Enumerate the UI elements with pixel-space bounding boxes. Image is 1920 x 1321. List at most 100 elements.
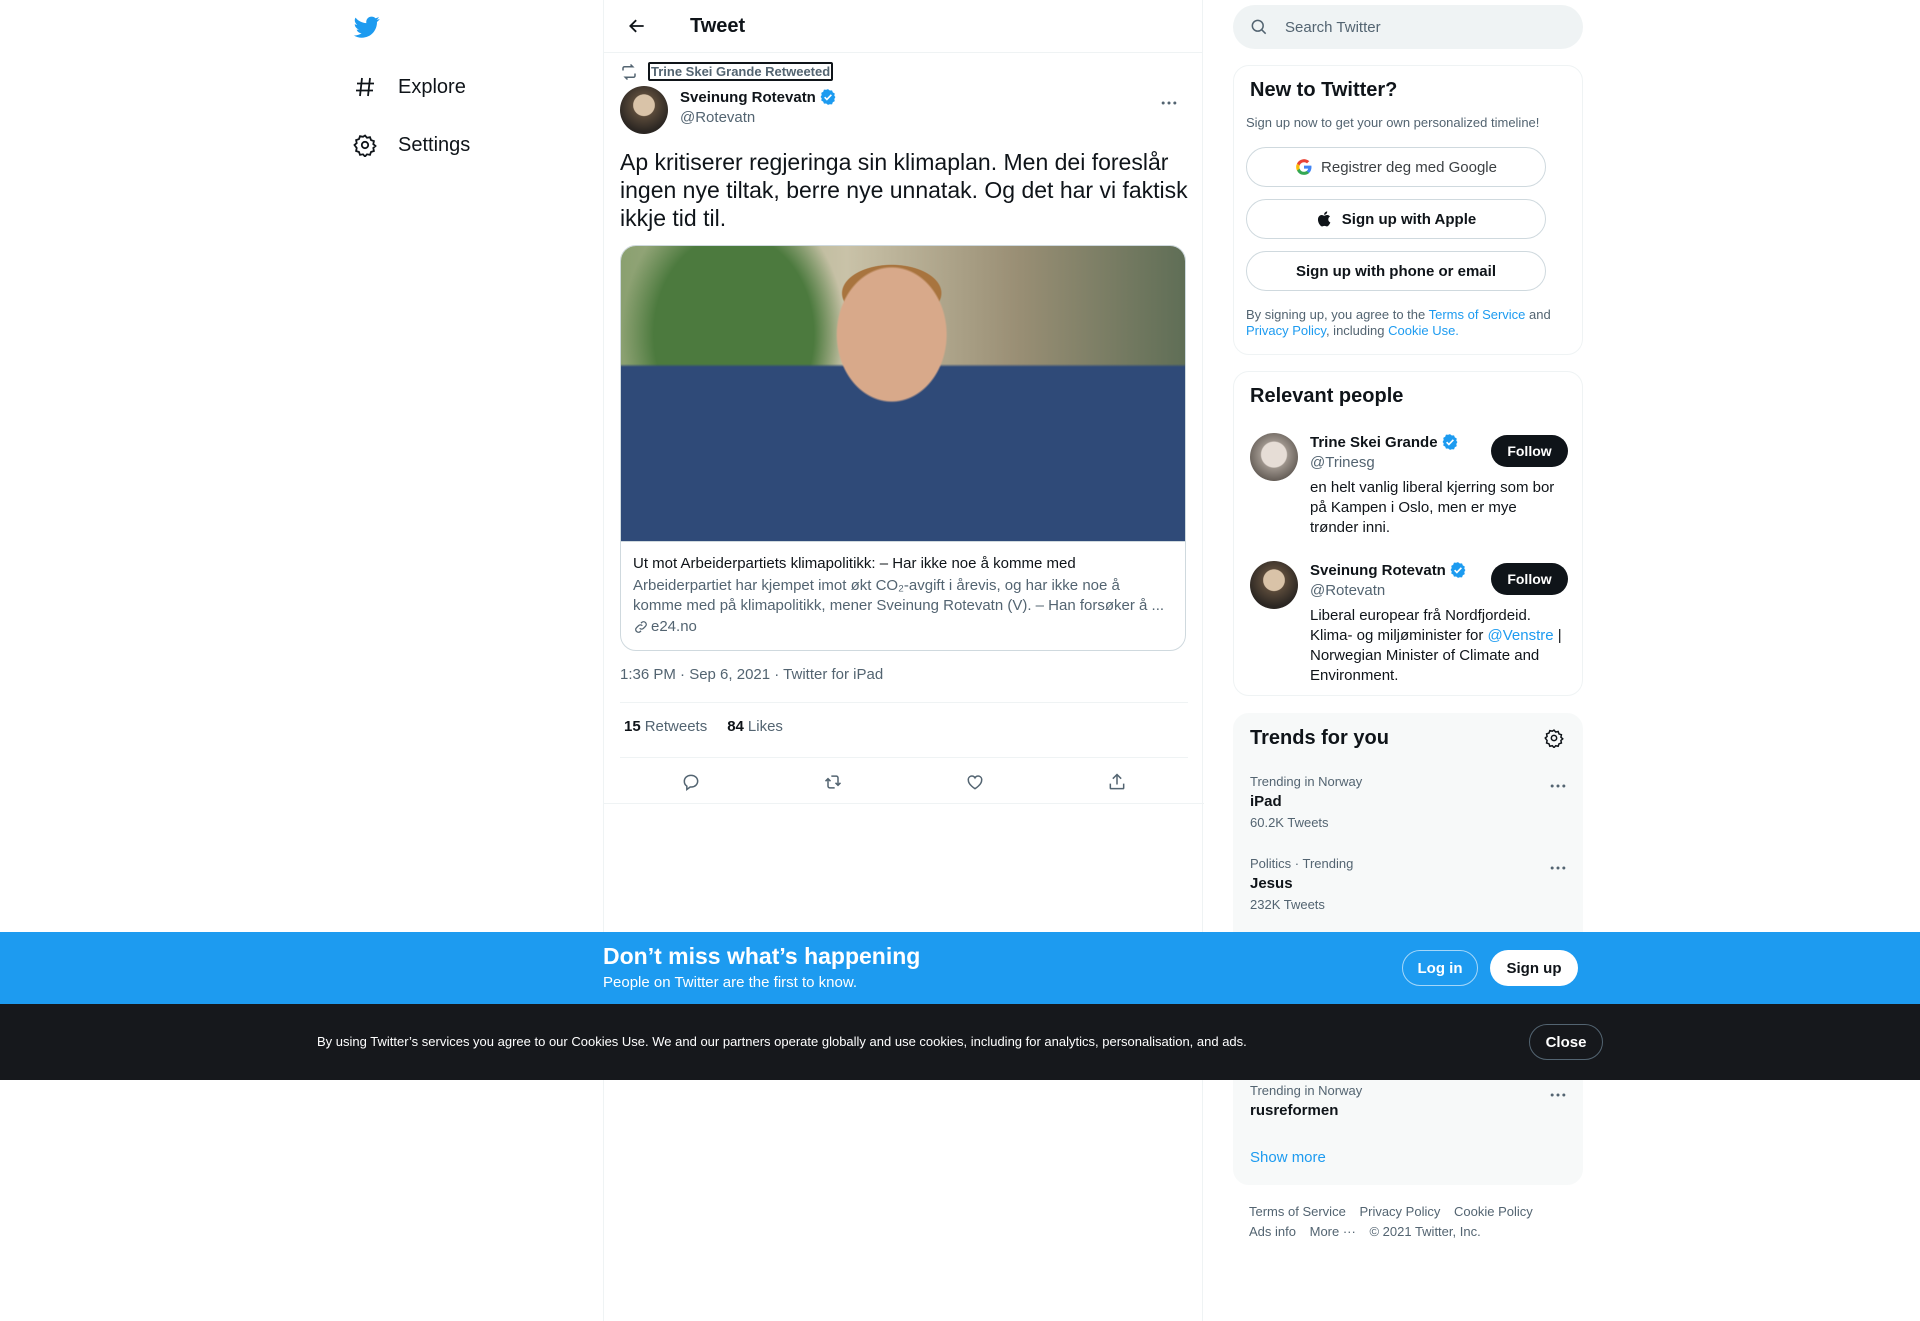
more-options-icon[interactable] xyxy=(1548,776,1568,796)
footer-privacy-link[interactable]: Privacy Policy xyxy=(1359,1204,1440,1219)
trend-name: iPad xyxy=(1250,793,1282,810)
like-icon[interactable] xyxy=(958,765,992,799)
trend-item[interactable]: Trending in Norway iPad 60.2K Tweets xyxy=(1250,774,1568,830)
author-name-text: Sveinung Rotevatn xyxy=(680,88,816,106)
twitter-logo-icon[interactable] xyxy=(352,14,382,40)
verified-badge-icon xyxy=(1449,561,1467,579)
verified-badge-icon xyxy=(819,88,837,106)
person-name[interactable]: Sveinung Rotevatn xyxy=(1310,561,1467,579)
trend-item[interactable]: Trending in Norway rusreformen xyxy=(1250,1083,1568,1119)
retweet-icon[interactable] xyxy=(816,765,850,799)
tweet-meta[interactable]: 1:36 PM · Sep 6, 2021 · Twitter for iPad xyxy=(620,666,883,683)
footer-copyright: © 2021 Twitter, Inc. xyxy=(1369,1224,1481,1239)
log-in-button[interactable]: Log in xyxy=(1402,950,1478,986)
main-header: Tweet xyxy=(604,0,1202,53)
cta-title: Don’t miss what’s happening xyxy=(603,943,921,969)
nav-settings[interactable]: Settings xyxy=(352,125,470,165)
person-handle[interactable]: @Trinesg xyxy=(1310,454,1375,471)
divider xyxy=(620,702,1188,703)
search-input[interactable] xyxy=(1285,18,1565,36)
more-options-icon[interactable] xyxy=(1152,86,1186,120)
more-options-icon[interactable] xyxy=(1548,858,1568,878)
trend-category: Politics · Trending xyxy=(1250,856,1354,871)
cookie-text: By using Twitter’s services you agree to… xyxy=(317,1034,1247,1049)
link-card[interactable]: Ut mot Arbeiderpartiets klimapolitikk: –… xyxy=(620,245,1186,651)
card-domain: e24.no xyxy=(633,618,1173,635)
retweeted-by-link[interactable]: Trine Skei Grande Retweeted xyxy=(648,62,834,81)
tweet-stats: 15 Retweets 84 Likes xyxy=(624,718,783,735)
avatar[interactable] xyxy=(1250,561,1298,609)
back-arrow-icon[interactable] xyxy=(620,9,654,43)
panel-title: New to Twitter? xyxy=(1250,79,1398,101)
phone-signup-label: Sign up with phone or email xyxy=(1295,262,1496,280)
author-name[interactable]: Sveinung Rotevatn xyxy=(680,88,837,106)
legal-text: By signing up, you agree to the xyxy=(1246,307,1429,322)
card-image xyxy=(621,246,1185,542)
search-icon xyxy=(1249,17,1269,37)
page-title: Tweet xyxy=(690,14,746,37)
card-body: Ut mot Arbeiderpartiets klimapolitikk: –… xyxy=(621,542,1185,647)
more-options-icon[interactable] xyxy=(1548,1085,1568,1105)
divider xyxy=(604,803,1204,804)
author-avatar[interactable] xyxy=(620,86,668,134)
avatar[interactable] xyxy=(1250,433,1298,481)
footer-links: Terms of Service Privacy Policy Cookie P… xyxy=(1249,1202,1569,1242)
author-handle[interactable]: @Rotevatn xyxy=(680,109,755,126)
tweet-actions xyxy=(620,765,1188,799)
nav-explore[interactable]: Explore xyxy=(352,67,466,107)
person-name-text: Trine Skei Grande xyxy=(1310,433,1438,451)
trend-category: Trending in Norway xyxy=(1250,1083,1363,1098)
privacy-policy-link[interactable]: Privacy Policy xyxy=(1246,323,1326,338)
reply-icon[interactable] xyxy=(674,765,708,799)
close-cookie-button[interactable]: Close xyxy=(1529,1024,1603,1060)
cta-subtitle: People on Twitter are the first to know. xyxy=(603,974,858,991)
retweets-count: 15 xyxy=(624,718,641,735)
signup-legal-text: By signing up, you agree to the Terms of… xyxy=(1246,307,1566,339)
trends-settings-gear-icon[interactable] xyxy=(1544,728,1566,750)
person-bio: en helt vanlig liberal kjerring som bor … xyxy=(1310,479,1555,536)
legal-text: , including xyxy=(1325,323,1389,338)
person-bio: Liberal europear frå Nordfjordeid. Klima… xyxy=(1310,606,1568,686)
likes-count: 84 xyxy=(727,718,744,735)
panel-title: Trends for you xyxy=(1250,727,1389,749)
retweets-stat[interactable]: 15 Retweets xyxy=(624,718,707,735)
relevant-people-panel: Relevant people Trine Skei Grande @Trine… xyxy=(1233,371,1583,696)
apple-signup-button[interactable]: Sign up with Apple xyxy=(1246,199,1546,239)
sign-up-button[interactable]: Sign up xyxy=(1490,950,1578,986)
phone-email-signup-button[interactable]: Sign up with phone or email xyxy=(1246,251,1546,291)
follow-button[interactable]: Follow xyxy=(1491,435,1568,467)
show-more-link[interactable]: Show more xyxy=(1250,1149,1326,1166)
follow-button[interactable]: Follow xyxy=(1491,563,1568,595)
person-handle[interactable]: @Rotevatn xyxy=(1310,582,1385,599)
panel-title: Relevant people xyxy=(1250,385,1404,407)
trend-name: rusreformen xyxy=(1250,1102,1339,1119)
footer-cookie-link[interactable]: Cookie Policy xyxy=(1454,1204,1533,1219)
nav-settings-label: Settings xyxy=(398,133,471,156)
apple-signup-label: Sign up with Apple xyxy=(1341,210,1477,228)
apple-icon xyxy=(1316,210,1334,228)
terms-of-service-link[interactable]: Terms of Service xyxy=(1429,307,1526,322)
trend-category: Trending in Norway xyxy=(1250,774,1363,789)
venstre-mention-link[interactable]: @Venstre xyxy=(1488,627,1554,644)
person-name[interactable]: Trine Skei Grande xyxy=(1310,433,1459,451)
person-name-text: Sveinung Rotevatn xyxy=(1310,561,1446,579)
footer-ads-info-link[interactable]: Ads info xyxy=(1249,1224,1296,1239)
verified-badge-icon xyxy=(1441,433,1459,451)
gear-icon xyxy=(352,132,378,158)
likes-stat[interactable]: 84 Likes xyxy=(727,718,783,735)
trend-count: 232K Tweets xyxy=(1250,897,1325,912)
search-bar[interactable] xyxy=(1233,5,1583,49)
retweets-label: Retweets xyxy=(644,718,708,735)
hashtag-icon xyxy=(352,74,378,100)
panel-subtitle: Sign up now to get your own personalized… xyxy=(1246,115,1540,130)
footer-terms-link[interactable]: Terms of Service xyxy=(1249,1204,1346,1219)
google-signup-button[interactable]: Registrer deg med Google xyxy=(1246,147,1546,187)
retweet-small-icon xyxy=(620,63,638,81)
card-title: Ut mot Arbeiderpartiets klimapolitikk: –… xyxy=(633,555,1076,572)
card-description: Arbeiderpartiet har kjempet imot økt CO₂… xyxy=(633,577,1165,614)
trend-item[interactable]: Politics · Trending Jesus 232K Tweets xyxy=(1250,856,1568,912)
divider xyxy=(620,757,1188,758)
cookie-use-link[interactable]: Cookie Use. xyxy=(1388,323,1459,338)
share-icon[interactable] xyxy=(1100,765,1134,799)
footer-more-link[interactable]: More ··· xyxy=(1310,1224,1356,1239)
